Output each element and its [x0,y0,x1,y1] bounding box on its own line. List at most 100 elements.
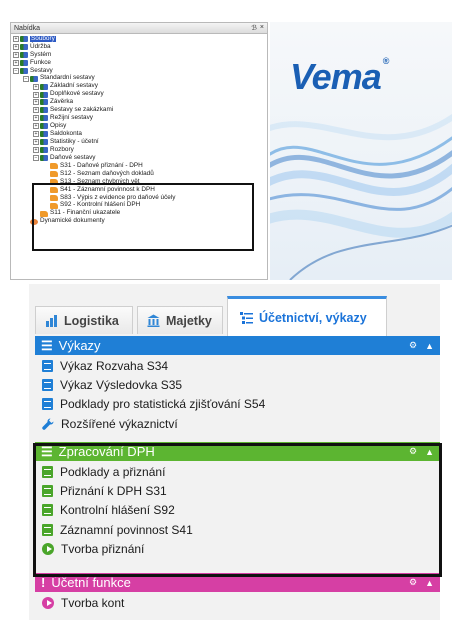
section-header[interactable]: ☰ Zpracování DPH ⚙ ▲ [35,442,440,461]
expand-toggle-icon[interactable]: + [33,107,39,114]
report-icon [50,162,58,169]
collapse-icon[interactable]: ▲ [425,447,434,457]
tree-node-label: Režijní sestavy [50,114,93,122]
accounting-menu-panel: Logistika Majetky Účetnictví, výkazy ☰ Vý… [29,284,442,620]
module-tabs: Logistika Majetky Účetnictví, výkazy [29,296,440,336]
menu-item[interactable]: Rozšířené výkaznictví [35,414,440,433]
tab-logistika[interactable]: Logistika [35,306,133,334]
settings-icon[interactable]: ⚙ [409,340,417,351]
section-header[interactable]: ! Účetní funkce ⚙ ▲ [35,573,440,592]
tree-node[interactable]: + Rozbory [13,146,267,154]
building-icon [147,314,160,327]
expand-toggle-icon[interactable]: + [13,59,19,66]
report-icon [42,398,53,411]
list-tree-icon: ☰ [41,443,53,459]
folder-icon [20,51,28,58]
tree-node-label: Standardní sestavy [40,74,95,82]
tree-node[interactable]: + Soubory [13,35,267,43]
tab-ucetnictvi-vykazy[interactable]: Účetnictví, výkazy [227,296,387,336]
tab-label: Logistika [64,313,119,328]
tree-node-label: Závěrka [50,98,74,106]
tab-majetky[interactable]: Majetky [137,306,223,334]
menu-item[interactable]: Přiznání k DPH S31 [35,481,440,500]
report-icon [42,504,53,517]
menu-item-label: Podklady a přiznání [60,464,166,479]
tree-node-label: Statistiky - účetní [50,137,99,145]
expand-toggle-icon[interactable]: + [13,35,19,42]
menu-item-label: Výkaz Rozvaha S34 [60,358,169,373]
folder-icon [30,75,38,82]
expand-toggle-icon[interactable]: + [33,91,39,98]
folder-icon [40,115,48,122]
expand-toggle-icon[interactable]: − [33,155,39,162]
expand-toggle-icon[interactable]: + [33,139,39,146]
expand-toggle-icon[interactable]: + [33,131,39,138]
folder-icon [40,123,48,130]
menu-item[interactable]: Podklady a přiznání [35,462,440,481]
expand-toggle-icon[interactable]: + [33,99,39,106]
menu-item[interactable]: Tvorba kont [35,593,440,612]
collapse-icon[interactable]: ▲ [425,578,434,588]
expand-toggle-icon[interactable]: + [13,43,19,50]
tree-node[interactable]: + Statistiky - účetní [13,138,267,146]
menu-item[interactable]: Výkaz Výsledovka S35 [35,375,440,394]
section-header[interactable]: ☰ Výkazy ⚙ ▲ [35,336,440,355]
tree-node[interactable]: + Údržba [13,43,267,51]
tree-node-label: Opisy [50,122,67,130]
tab-label: Majetky [166,313,212,328]
tree-node[interactable]: + Saldokonta [13,130,267,138]
menu-item-label: Podklady pro statistická zjišťování S54 [60,397,266,412]
menu-item[interactable]: Podklady pro statistická zjišťování S54 [35,395,440,414]
close-icon[interactable]: × [260,24,264,32]
folder-icon [40,147,48,154]
settings-icon[interactable]: ⚙ [409,446,417,457]
expand-toggle-icon[interactable]: + [33,123,39,130]
tree-panel-header: Nabídka ℬ × [11,23,267,34]
folder-icon [40,83,48,90]
bar-chart-icon [46,315,57,327]
section-title: Výkazy [58,338,101,353]
menu-item-label: Tvorba přiznání [61,542,145,557]
tree-node[interactable]: + Funkce [13,59,267,67]
section-items: Výkaz Rozvaha S34 Výkaz Výsledovka S35 Pod… [35,356,440,434]
tree-node[interactable]: − Daňové sestavy [13,154,267,162]
tree-node-label: Funkce [30,58,51,66]
tree-node-label: Saldokonta [50,130,82,138]
tax-reports-highlight-frame [32,183,254,251]
menu-item[interactable]: Výkaz Rozvaha S34 [35,356,440,375]
tree-node-label: Doplňkové sestavy [50,90,104,98]
settings-icon[interactable]: ⚙ [409,577,417,588]
pin-icon[interactable]: ℬ [251,24,257,32]
expand-toggle-icon[interactable]: + [13,51,19,58]
expand-toggle-icon[interactable]: + [33,115,39,122]
expand-toggle-icon[interactable]: − [23,75,29,82]
report-icon [50,170,58,177]
expand-toggle-icon[interactable]: − [13,67,19,74]
tree-node[interactable]: S31 - Daňové přiznání - DPH [13,162,267,170]
folder-icon [20,67,28,74]
list-tree-icon: ☰ [41,337,53,353]
menu-item[interactable]: Záznamní povinnost S41 [35,520,440,539]
menu-item[interactable]: Tvorba přiznání [35,540,440,559]
folder-icon [40,107,48,114]
section-title: Účetní funkce [51,575,131,590]
expand-toggle-icon[interactable]: + [33,147,39,154]
tree-node-label: Základní sestavy [50,82,98,90]
folder-icon [40,155,48,162]
tree-node-label: Rozbory [50,145,74,153]
wrench-icon [42,418,54,430]
tree-node-label: Soubory [30,34,56,43]
section-items: Tvorba kont [35,593,440,612]
report-icon [42,379,53,392]
tree-node-label: Sestavy se zakázkami [50,106,114,114]
tree-node-label: S12 - Seznam daňových dokladů [60,169,154,177]
expand-toggle-icon[interactable]: + [33,83,39,90]
tree-node[interactable]: + Systém [13,51,267,59]
folder-icon [20,35,28,42]
menu-item[interactable]: Kontrolní hlášení S92 [35,501,440,520]
registered-mark: ® [382,56,390,66]
collapse-icon[interactable]: ▲ [425,341,434,351]
tree-node[interactable]: S12 - Seznam daňových dokladů [13,170,267,178]
